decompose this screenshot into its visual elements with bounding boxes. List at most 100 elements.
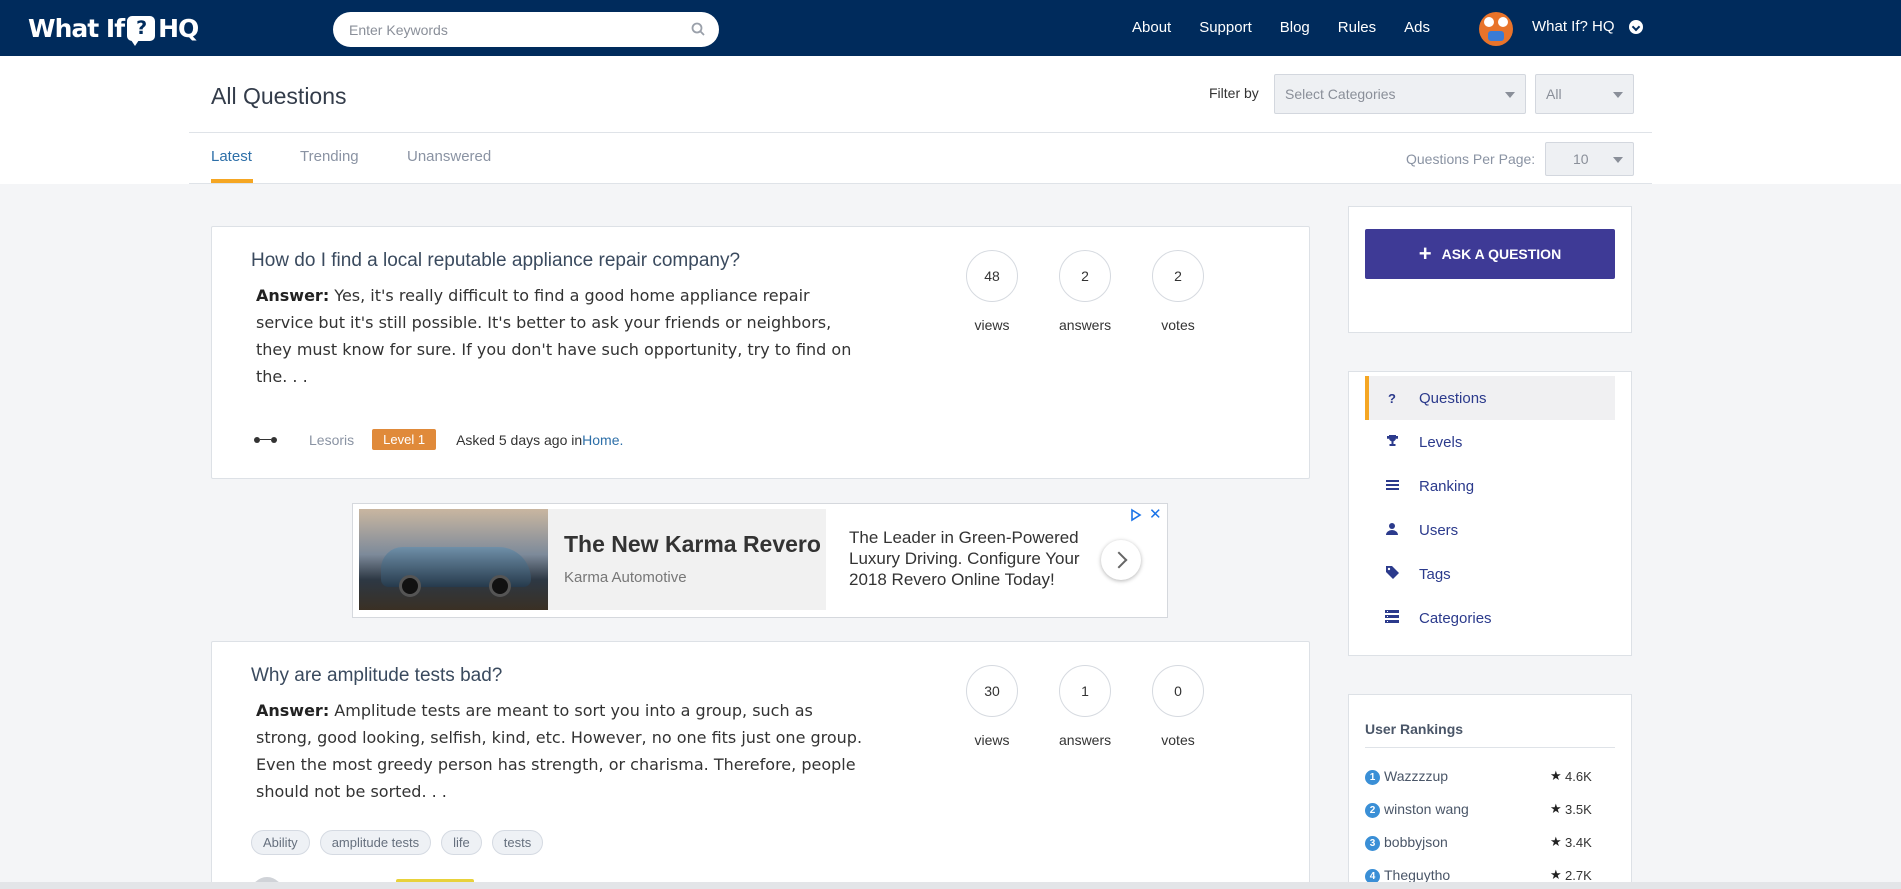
adchoices-icon[interactable] [1129,508,1143,522]
nav-link-about[interactable]: About [1132,19,1171,36]
tag-list: Ability amplitude tests life tests [251,830,553,855]
user-avatar-icon[interactable] [254,433,282,447]
sidebar-item-users[interactable]: Users [1365,508,1615,552]
plus-icon: + [1418,241,1432,266]
nav-link-rules[interactable]: Rules [1338,19,1376,36]
sidebar-item-tags[interactable]: Tags [1365,552,1615,596]
nav-link-blog[interactable]: Blog [1280,19,1310,36]
ad-title-block: The New Karma Revero Karma Automotive [548,509,826,610]
question-title[interactable]: How do I find a local reputable applianc… [251,250,740,272]
ranked-user-name[interactable]: Theguytho [1384,867,1450,883]
per-page-select[interactable]: 10 [1545,142,1634,176]
divider [189,183,1652,184]
user-icon [1383,522,1401,538]
nav-link-support[interactable]: Support [1199,19,1252,36]
user-avatar[interactable] [1479,12,1513,46]
votes-label: votes [1161,317,1195,333]
sidebar-item-label: Categories [1419,609,1492,627]
sidebar-item-label: Users [1419,521,1459,539]
ad-brand: Karma Automotive [564,569,687,586]
ranked-user-name[interactable]: Wazzzzup [1384,768,1448,784]
tag-chip[interactable]: Ability [251,830,310,855]
ranked-user-name[interactable]: winston wang [1384,801,1469,817]
search-input[interactable] [349,12,679,47]
chevron-right-icon[interactable] [1101,540,1141,580]
answers-label: answers [1059,732,1112,748]
votes-count: 0 [1152,665,1204,717]
horizontal-scrollbar[interactable] [0,882,1901,889]
sidebar-item-levels[interactable]: Levels [1365,420,1615,464]
ad-car-image [359,509,548,610]
question-icon: ? [1388,390,1396,406]
answers-stat: 1 answers [1059,665,1111,748]
rank-badge: 1 [1365,770,1380,785]
asked-text: Asked 5 days ago in [456,431,583,448]
answer-label: Answer: [256,286,330,305]
star-icon: ★ [1550,867,1562,882]
per-page-label: Questions Per Page: [1406,151,1536,167]
tag-chip[interactable]: life [441,830,482,855]
ask-question-label: ASK A QUESTION [1441,246,1562,262]
search-icon[interactable] [691,22,705,36]
divider [1365,747,1615,748]
page-title: All Questions [211,83,347,109]
views-count: 48 [966,250,1018,302]
ranking-row[interactable]: 1 Wazzzzup ★ 4.6K [1365,767,1615,787]
rankings-title: User Rankings [1365,721,1464,737]
nav-link-ads[interactable]: Ads [1404,19,1430,36]
tab-unanswered[interactable]: Unanswered [407,148,491,165]
search-box [333,12,719,47]
advertisement[interactable]: The New Karma Revero Karma Automotive Th… [352,503,1168,618]
top-nav-links: About Support Blog Rules Ads [1132,19,1458,36]
tag-chip[interactable]: tests [491,830,544,855]
site-logo[interactable]: What If ? HQ [28,13,199,46]
ask-question-button[interactable]: + ASK A QUESTION [1365,229,1615,279]
votes-count: 2 [1152,250,1204,302]
scope-select-value: All [1546,86,1562,102]
answer-text: Amplitude tests are meant to sort you in… [256,701,863,801]
per-page-value: 10 [1573,151,1589,167]
ranked-user-score: 3.4K [1565,835,1592,850]
caret-down-icon [1613,157,1623,163]
scope-select[interactable]: All [1535,74,1634,114]
sidebar-item-questions[interactable]: ? Questions [1365,376,1615,420]
top-navbar: What If ? HQ About Support Blog Rules Ad… [0,0,1901,56]
ranked-user-name[interactable]: bobbyjson [1384,834,1448,850]
star-icon: ★ [1550,801,1562,816]
category-link[interactable]: Home. [582,432,623,448]
close-icon[interactable]: ✕ [1149,507,1162,522]
views-stat: 30 views [966,665,1018,748]
views-label: views [974,732,1010,748]
ad-headline[interactable]: The New Karma Revero [564,531,821,558]
question-title[interactable]: Why are amplitude tests bad? [251,665,502,687]
answers-count: 1 [1059,665,1111,717]
ask-panel: + ASK A QUESTION [1348,206,1632,333]
filter-label: Filter by [1209,85,1259,101]
ranking-row[interactable]: 3 bobbyjson ★ 3.4K [1365,833,1615,853]
tab-latest[interactable]: Latest [211,148,252,165]
rank-badge: 3 [1365,836,1380,851]
answer-label: Answer: [256,701,330,720]
tag-icon [1383,566,1401,582]
question-card: How do I find a local reputable applianc… [211,226,1310,479]
answer-excerpt: Answer: Yes, it's really difficult to fi… [256,282,866,390]
votes-label: votes [1161,732,1195,748]
views-count: 30 [966,665,1018,717]
user-rankings-panel: User Rankings 1 Wazzzzup ★ 4.6K 2 winsto… [1348,694,1632,889]
sidebar-item-ranking[interactable]: Ranking [1365,464,1615,508]
ranked-user-score: 4.6K [1565,769,1592,784]
sidebar-item-categories[interactable]: Categories [1365,596,1615,640]
category-select[interactable]: Select Categories [1274,74,1526,114]
chevron-down-icon[interactable] [1629,20,1643,34]
sidebar-item-label: Tags [1419,565,1451,583]
caret-down-icon [1613,92,1623,98]
tag-chip[interactable]: amplitude tests [319,830,432,855]
ranking-row[interactable]: 2 winston wang ★ 3.5K [1365,800,1615,820]
divider [189,132,1652,133]
user-name[interactable]: What If? HQ [1532,18,1615,35]
star-icon: ★ [1550,768,1562,783]
answer-excerpt: Answer: Amplitude tests are meant to sor… [256,697,866,805]
author-name[interactable]: Lesoris [309,432,354,448]
tab-trending[interactable]: Trending [300,148,359,165]
views-stat: 48 views [966,250,1018,333]
